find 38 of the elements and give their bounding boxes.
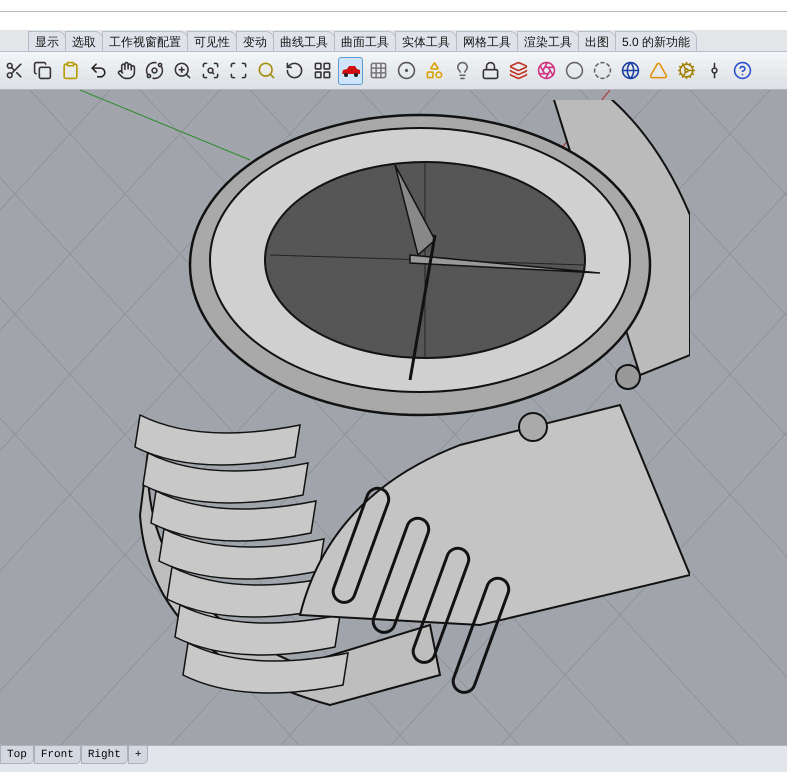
viewport-tab[interactable]: Top [0, 746, 34, 764]
ribbon-tab[interactable]: 变动 [236, 31, 274, 51]
car-button[interactable] [338, 56, 363, 84]
ribbon-tab[interactable]: 工作视窗配置 [102, 31, 188, 51]
scissors-icon [5, 61, 24, 80]
ribbon-tab[interactable]: 渲染工具 [517, 31, 579, 51]
grid-icon [369, 61, 388, 80]
shapes-icon [425, 61, 444, 80]
car-icon [340, 64, 360, 76]
undo-icon [89, 61, 108, 80]
circle-dot-icon [397, 61, 416, 80]
four-viewports-icon [313, 61, 332, 80]
globe-icon [621, 61, 640, 80]
ribbon-tab[interactable]: 曲面工具 [334, 31, 396, 51]
layers-icon [509, 61, 528, 80]
hand-icon [117, 61, 136, 80]
help-icon [733, 61, 752, 80]
orbit-icon [145, 61, 164, 80]
zoom-selected-icon [257, 61, 276, 80]
ribbon-tab[interactable]: 可见性 [187, 31, 237, 51]
copy-icon [33, 61, 52, 80]
ribbon-tab[interactable]: 5.0 的新功能 [615, 31, 698, 51]
viewport-tab[interactable]: Right [80, 746, 128, 764]
ribbon-tab[interactable]: 选取 [65, 31, 103, 51]
ribbon-tab[interactable]: 曲线工具 [273, 31, 335, 51]
clipboard-icon [61, 61, 80, 80]
gear-icon [677, 61, 696, 80]
rotate-view-icon [285, 61, 304, 80]
viewport-tab[interactable]: + [128, 746, 148, 764]
ribbon-tab[interactable]: 网格工具 [456, 31, 518, 51]
viewport-tab[interactable]: Front [34, 746, 81, 764]
ribbon-tab[interactable]: 显示 [28, 31, 66, 51]
zoom-extents-icon [229, 61, 248, 80]
lock-icon [481, 61, 500, 80]
ribbon-tab[interactable]: 实体工具 [395, 31, 457, 51]
zoom-window-icon [201, 61, 220, 80]
zoom-in-icon [173, 61, 192, 80]
ribbon-tab[interactable]: 出图 [578, 31, 616, 51]
